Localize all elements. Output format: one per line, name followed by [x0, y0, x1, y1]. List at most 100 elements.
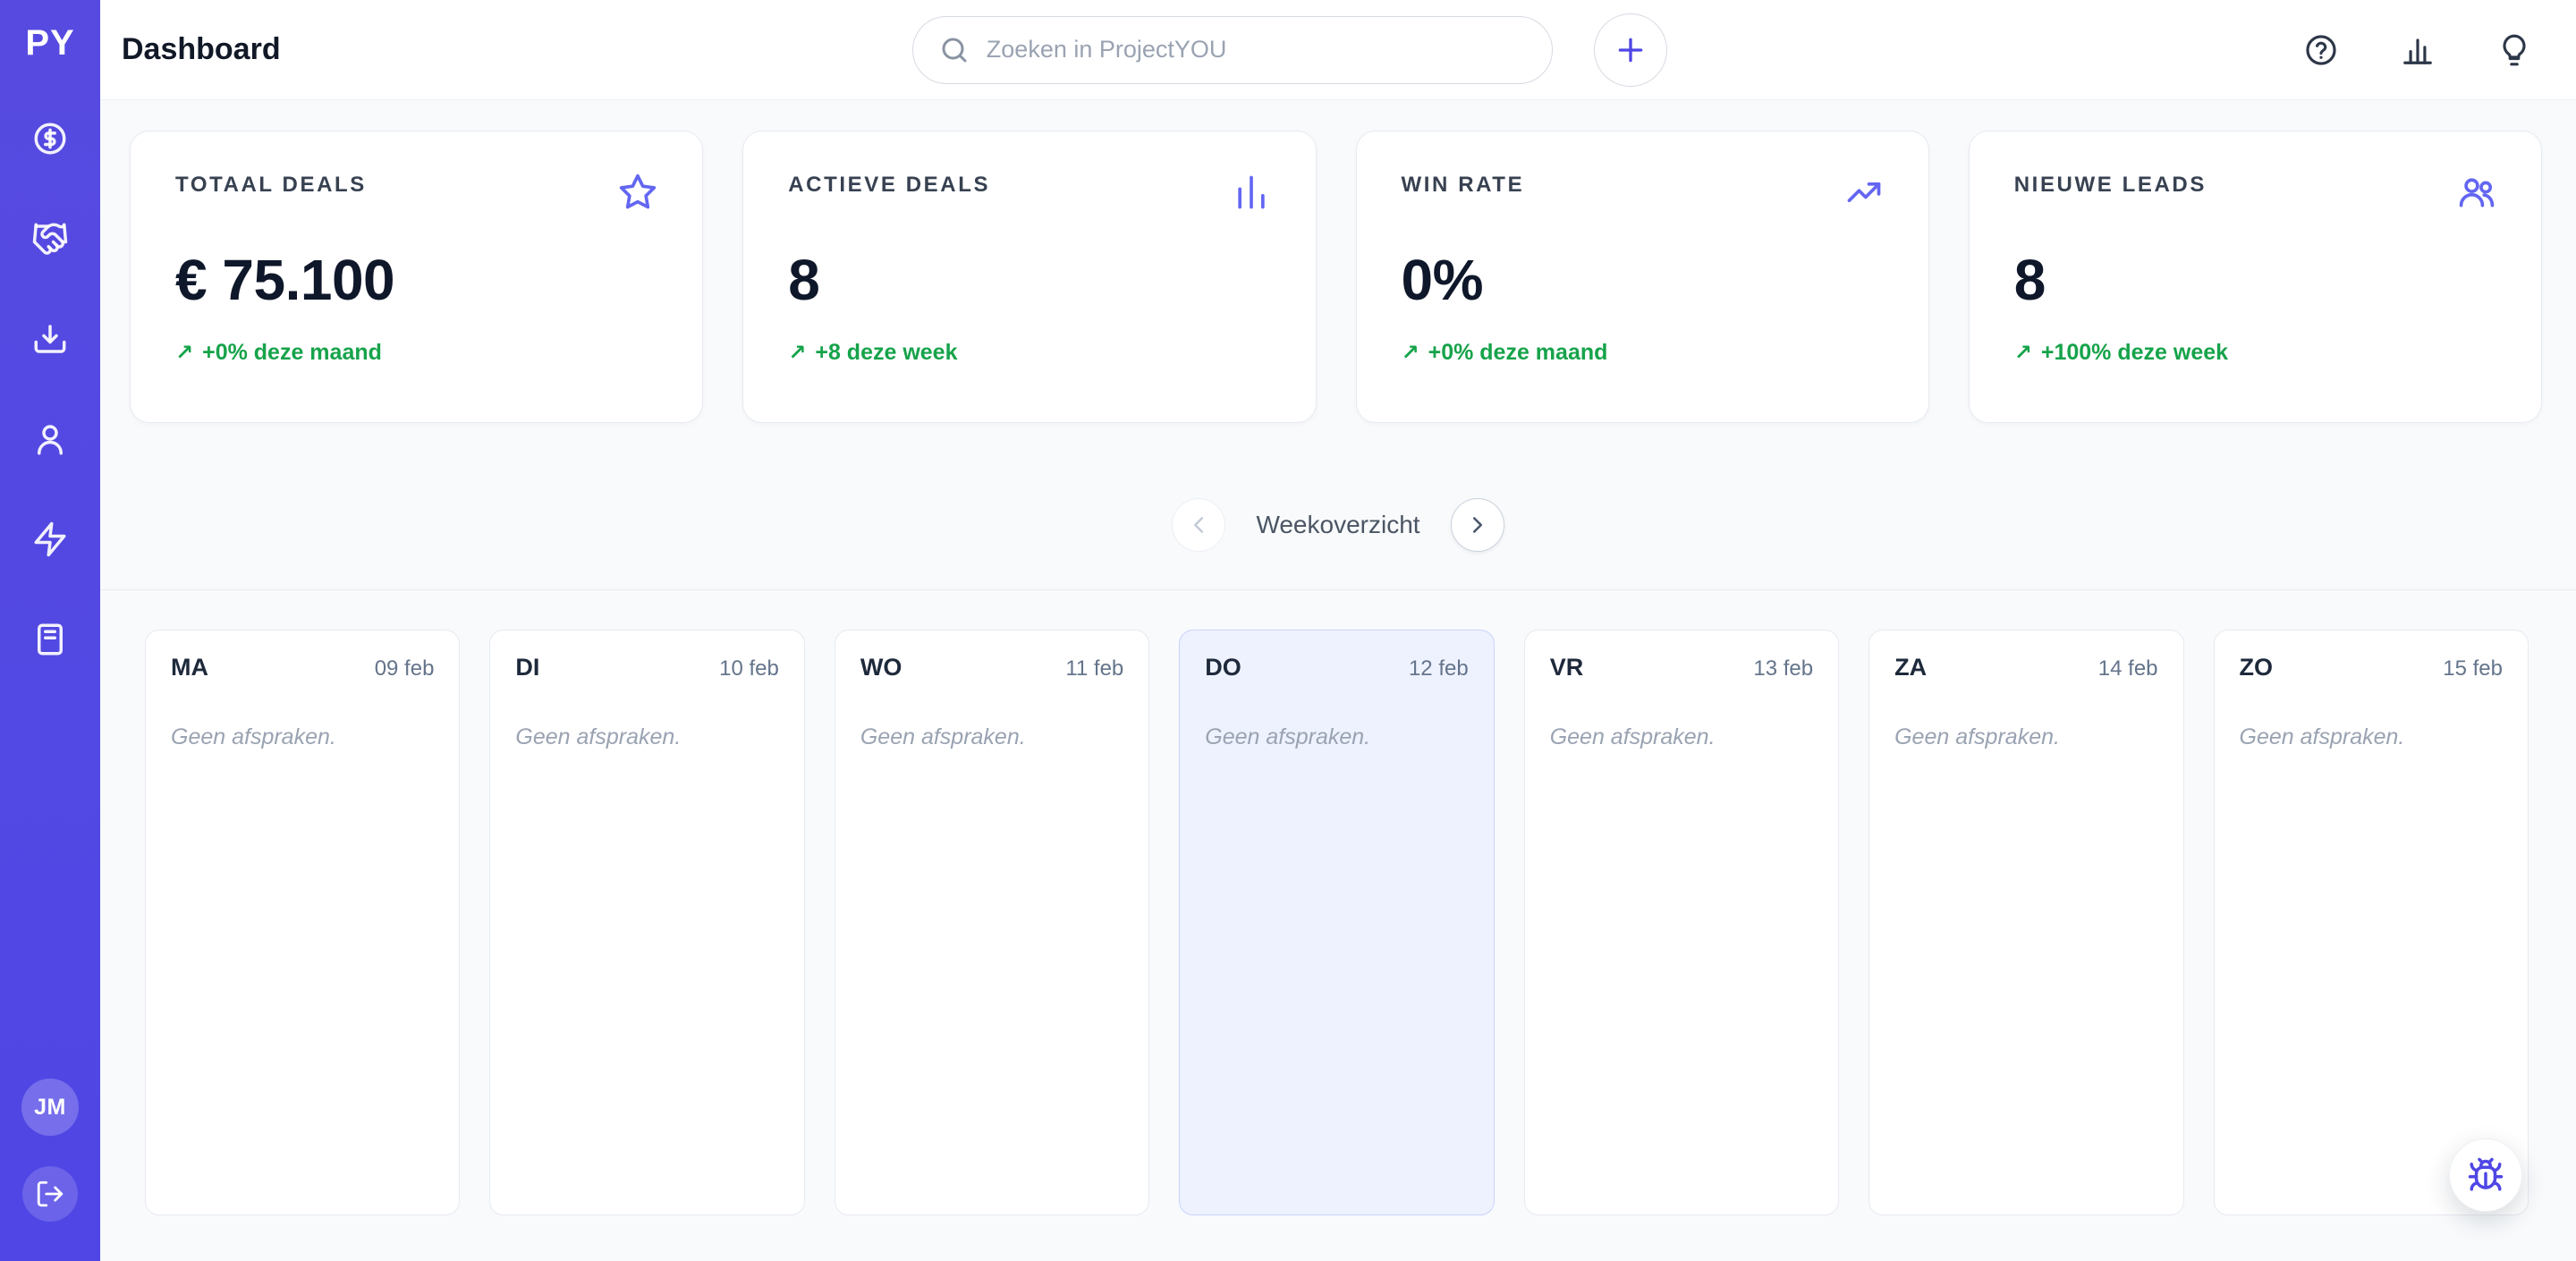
trend-arrow-icon: ↗ [175, 343, 193, 364]
stat-card-nieuwe-leads: NIEUWE LEADS 8 ↗ +100% deze week [1969, 131, 2542, 423]
stat-label: WIN RATE [1402, 173, 1525, 198]
topbar: Dashboard [100, 0, 2576, 100]
day-card-wo[interactable]: WO 11 feb Geen afspraken. [835, 630, 1149, 1215]
star-icon [618, 173, 657, 216]
day-empty-text: Geen afspraken. [2240, 724, 2503, 750]
day-card-zo[interactable]: ZO 15 feb Geen afspraken. [2214, 630, 2529, 1215]
day-name: MA [171, 654, 208, 681]
stat-label: TOTAAL DEALS [175, 173, 367, 198]
trend-up-icon [1844, 173, 1884, 216]
stat-value: 8 [2014, 247, 2496, 313]
day-card-do-today[interactable]: DO 12 feb Geen afspraken. [1179, 630, 1494, 1215]
stat-value: 8 [788, 247, 1270, 313]
stats-row: TOTAAL DEALS € 75.100 ↗ +0% deze maand A… [100, 100, 2576, 423]
lightning-icon [31, 520, 69, 558]
stat-delta: ↗ +100% deze week [2014, 340, 2496, 366]
day-empty-text: Geen afspraken. [1894, 724, 2157, 750]
help-icon [2304, 33, 2338, 67]
app-root: PY [0, 0, 2576, 1261]
day-date: 14 feb [2098, 656, 2158, 681]
week-grid: MA 09 feb Geen afspraken. DI 10 feb Geen… [100, 590, 2576, 1261]
stat-label: NIEUWE LEADS [2014, 173, 2207, 198]
handshake-icon [31, 220, 69, 258]
sidebar-item-deals-value[interactable] [18, 106, 82, 171]
add-button[interactable] [1594, 13, 1667, 87]
day-name: WO [860, 654, 902, 681]
sidebar-item-notes[interactable] [18, 607, 82, 672]
stat-label: ACTIEVE DEALS [788, 173, 990, 198]
stat-delta-text: +8 deze week [815, 340, 957, 366]
main-area: Dashboard [100, 0, 2576, 1261]
app-logo[interactable]: PY [25, 23, 74, 63]
search-input[interactable] [987, 36, 1527, 63]
day-name: VR [1550, 654, 1584, 681]
day-date: 12 feb [1409, 656, 1469, 681]
sidebar-item-contacts[interactable] [18, 407, 82, 471]
sidebar-item-deals[interactable] [18, 207, 82, 271]
day-empty-text: Geen afspraken. [860, 724, 1123, 750]
stat-value: € 75.100 [175, 247, 657, 313]
stat-delta: ↗ +0% deze maand [175, 340, 657, 366]
day-date: 10 feb [719, 656, 779, 681]
bar-chart-icon [1232, 173, 1271, 216]
users-icon [2457, 173, 2496, 216]
stat-value: 0% [1402, 247, 1884, 313]
day-empty-text: Geen afspraken. [1550, 724, 1813, 750]
stat-delta: ↗ +0% deze maand [1402, 340, 1884, 366]
stat-delta-text: +0% deze maand [1428, 340, 1608, 366]
day-name: ZO [2240, 654, 2274, 681]
next-week-button[interactable] [1451, 498, 1504, 552]
day-card-ma[interactable]: MA 09 feb Geen afspraken. [145, 630, 460, 1215]
plus-icon [1613, 32, 1648, 68]
bug-icon [2467, 1156, 2504, 1194]
day-empty-text: Geen afspraken. [1205, 724, 1468, 750]
day-name: DI [515, 654, 539, 681]
sidebar-footer: JM [21, 1079, 79, 1222]
day-card-vr[interactable]: VR 13 feb Geen afspraken. [1524, 630, 1839, 1215]
day-empty-text: Geen afspraken. [515, 724, 778, 750]
reports-button[interactable] [2395, 28, 2440, 72]
day-empty-text: Geen afspraken. [171, 724, 434, 750]
day-date: 11 feb [1065, 656, 1123, 681]
tips-button[interactable] [2492, 28, 2537, 72]
lightbulb-icon [2497, 33, 2531, 67]
page-title: Dashboard [122, 32, 281, 67]
chevron-left-icon [1185, 512, 1212, 538]
day-date: 13 feb [1753, 656, 1813, 681]
chevron-right-icon [1464, 512, 1491, 538]
bug-report-button[interactable] [2449, 1138, 2522, 1212]
avatar[interactable]: JM [21, 1079, 79, 1136]
logout-icon [35, 1179, 65, 1209]
search-icon [938, 34, 970, 66]
prev-week-button[interactable] [1172, 498, 1225, 552]
stat-delta-text: +0% deze maand [202, 340, 382, 366]
inbox-icon [31, 320, 69, 358]
day-card-za[interactable]: ZA 14 feb Geen afspraken. [1868, 630, 2183, 1215]
notebook-icon [31, 621, 69, 658]
stat-card-actieve-deals: ACTIEVE DEALS 8 ↗ +8 deze week [742, 131, 1316, 423]
search-box[interactable] [912, 16, 1553, 84]
sidebar-item-inbox[interactable] [18, 307, 82, 371]
day-date: 09 feb [375, 656, 435, 681]
sidebar: PY [0, 0, 100, 1261]
week-title: Weekoverzicht [1256, 511, 1419, 539]
bar-chart-icon [2401, 33, 2435, 67]
stat-delta-text: +100% deze week [2041, 340, 2228, 366]
stat-card-win-rate: WIN RATE 0% ↗ +0% deze maand [1356, 131, 1929, 423]
user-icon [31, 420, 69, 458]
day-name: ZA [1894, 654, 1927, 681]
help-button[interactable] [2299, 28, 2343, 72]
stat-delta: ↗ +8 deze week [788, 340, 1270, 366]
day-date: 15 feb [2443, 656, 2503, 681]
trend-arrow-icon: ↗ [2014, 343, 2032, 364]
header-actions [2299, 28, 2537, 72]
logout-button[interactable] [22, 1166, 78, 1222]
day-card-di[interactable]: DI 10 feb Geen afspraken. [489, 630, 804, 1215]
week-nav: Weekoverzicht [100, 498, 2576, 552]
trend-arrow-icon: ↗ [788, 343, 806, 364]
dollar-target-icon [31, 120, 69, 157]
sidebar-nav [18, 106, 82, 672]
stat-card-totaal-deals: TOTAAL DEALS € 75.100 ↗ +0% deze maand [130, 131, 703, 423]
sidebar-item-automations[interactable] [18, 507, 82, 571]
day-name: DO [1205, 654, 1241, 681]
